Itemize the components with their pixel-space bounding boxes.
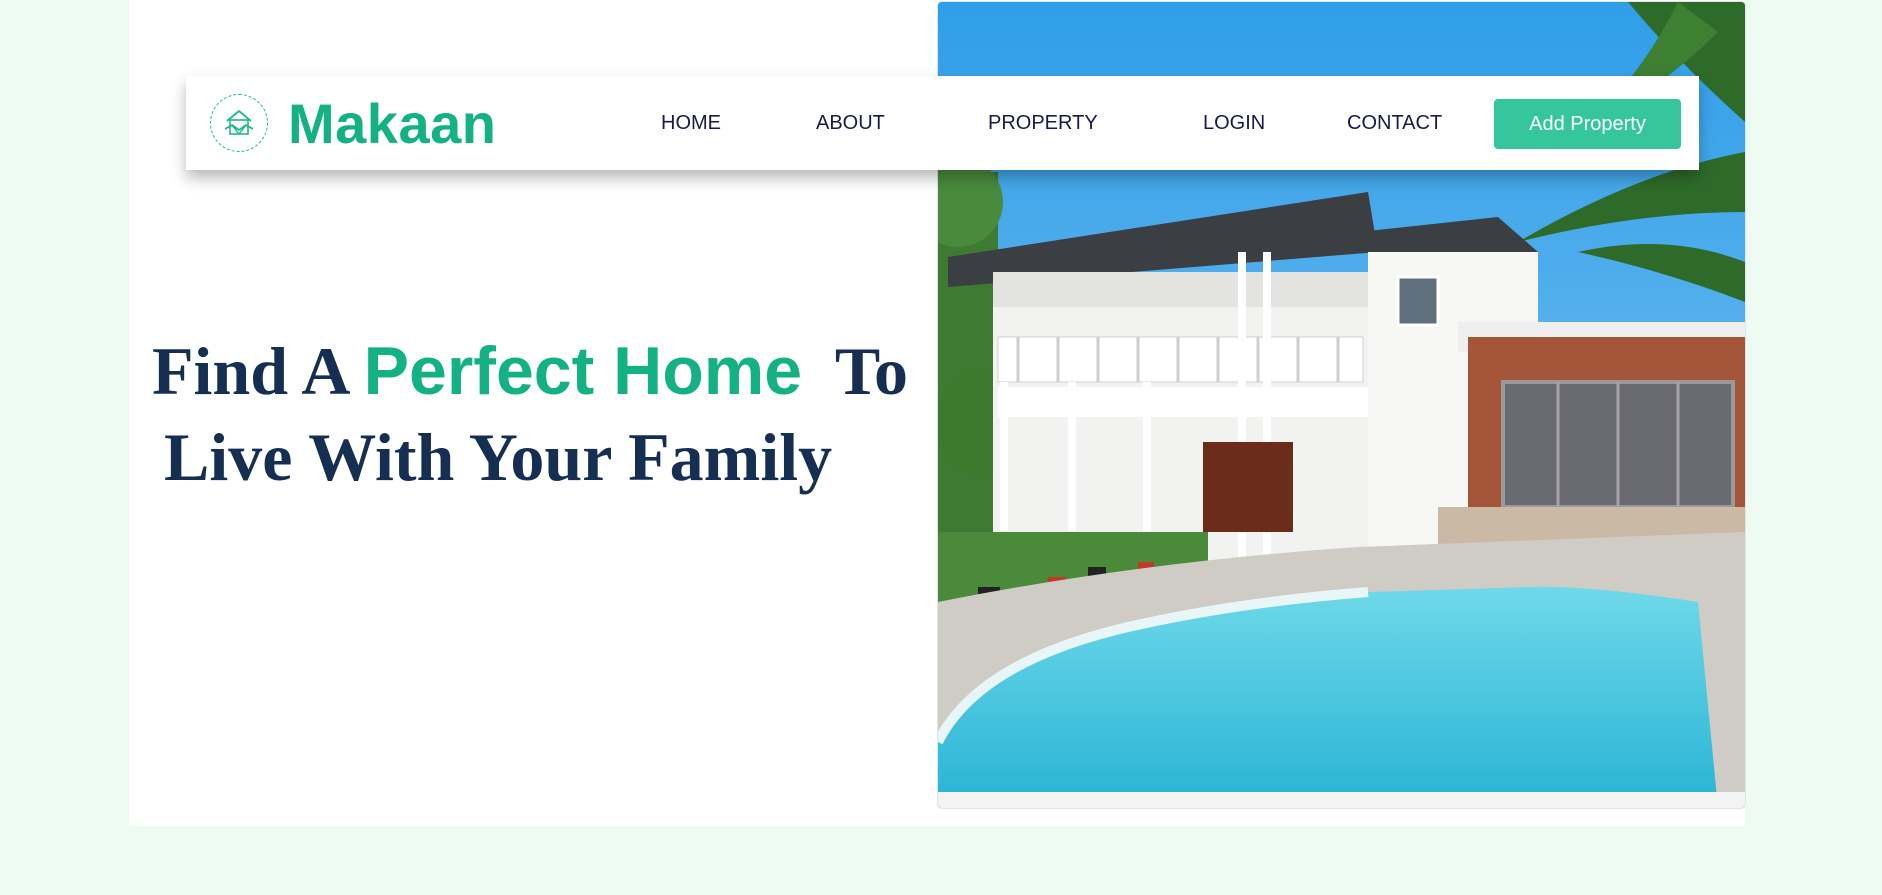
nav-property[interactable]: PROPERTY xyxy=(988,76,1098,170)
headline-highlight: Perfect Home xyxy=(363,333,803,409)
headline-part1: Find A xyxy=(152,333,364,409)
brand-name: Makaan xyxy=(288,91,497,155)
navbar: Makaan HOME ABOUT PROPERTY LOGIN CONTACT… xyxy=(186,76,1699,170)
nav-contact[interactable]: CONTACT xyxy=(1347,76,1442,170)
hero-headline: Find A Perfect Home To Live With Your Fa… xyxy=(152,328,932,500)
handshake-house-icon xyxy=(210,94,268,152)
add-property-button[interactable]: Add Property xyxy=(1494,99,1681,149)
nav-login[interactable]: LOGIN xyxy=(1203,76,1265,170)
nav-home[interactable]: HOME xyxy=(661,76,721,170)
brand-link[interactable]: Makaan xyxy=(210,91,496,156)
headline-line2: Live With Your Family xyxy=(164,419,833,495)
nav-about[interactable]: ABOUT xyxy=(816,76,885,170)
headline-part2: To xyxy=(802,333,908,409)
